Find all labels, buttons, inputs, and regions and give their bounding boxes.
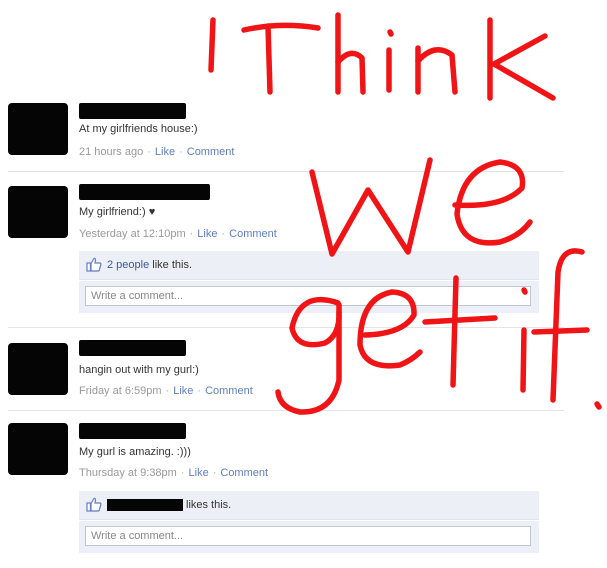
handwriting-letter xyxy=(335,50,366,95)
post-message: My girlfriend:) ♥ xyxy=(79,206,155,218)
avatar-redacted[interactable] xyxy=(8,103,68,155)
handwriting-letter xyxy=(208,17,216,73)
like-link[interactable]: Like xyxy=(155,146,175,158)
likes-text: like this. xyxy=(152,259,193,271)
post-meta: Thursday at 9:38pm · Like · Comment xyxy=(79,467,269,479)
post-divider xyxy=(8,327,564,328)
post-message: My gurl is amazing. :))) xyxy=(79,446,191,458)
author-name-redacted[interactable] xyxy=(79,103,186,119)
handwriting-letter xyxy=(550,248,585,403)
post-divider xyxy=(8,410,564,411)
handwriting-letter xyxy=(387,29,394,37)
like-link[interactable]: Like xyxy=(189,467,209,479)
comment-link[interactable]: Comment xyxy=(229,228,277,240)
avatar-redacted[interactable] xyxy=(8,423,68,475)
comment-box xyxy=(79,281,539,313)
author-name-redacted[interactable] xyxy=(79,423,186,439)
avatar-redacted[interactable] xyxy=(8,186,68,238)
post-timestamp[interactable]: Thursday at 9:38pm xyxy=(79,467,177,479)
thumbs-up-icon xyxy=(86,257,102,272)
handwriting-letter xyxy=(452,159,533,246)
post-divider xyxy=(8,171,564,172)
handwriting-letter xyxy=(422,315,498,325)
like-link[interactable]: Like xyxy=(173,385,193,397)
post-meta: Yesterday at 12:10pm · Like · Comment xyxy=(79,228,277,240)
likes-text: likes this. xyxy=(186,499,232,511)
comment-link[interactable]: Comment xyxy=(220,467,268,479)
post-message-text: My girlfriend:) xyxy=(79,206,146,218)
comment-input[interactable] xyxy=(85,286,531,306)
handwriting-letter xyxy=(309,157,433,257)
comment-input[interactable] xyxy=(85,526,531,546)
post-message: At my girlfriends house:) xyxy=(79,123,198,135)
handwriting-letter xyxy=(241,22,321,33)
handwriting-letter xyxy=(491,33,556,101)
author-name-redacted[interactable] xyxy=(79,340,186,356)
comment-link[interactable]: Comment xyxy=(187,146,235,158)
post-meta: 21 hours ago · Like · Comment xyxy=(79,146,235,158)
like-link[interactable]: Like xyxy=(197,228,217,240)
comment-link[interactable]: Comment xyxy=(205,385,253,397)
likes-summary: 2 people like this. xyxy=(79,251,539,280)
thumbs-up-icon xyxy=(86,497,102,512)
likes-count-link[interactable]: 2 people xyxy=(107,259,149,271)
likes-summary: likes this. xyxy=(79,491,539,520)
handwriting-letter xyxy=(265,23,273,95)
handwriting-letter xyxy=(520,327,527,393)
heart-icon: ♥ xyxy=(148,206,156,218)
handwriting-letter xyxy=(531,327,590,335)
avatar-redacted[interactable] xyxy=(8,343,68,395)
comment-box xyxy=(79,521,539,553)
handwriting-letter xyxy=(275,302,342,415)
post-message: hangin out with my gurl:) xyxy=(79,364,199,376)
post-meta: Friday at 6:59pm · Like · Comment xyxy=(79,385,253,397)
author-name-redacted[interactable] xyxy=(79,184,210,200)
liker-name-redacted[interactable] xyxy=(107,499,183,511)
post-timestamp[interactable]: Friday at 6:59pm xyxy=(79,385,162,397)
handwriting-letter xyxy=(415,47,458,95)
post-timestamp[interactable]: 21 hours ago xyxy=(79,146,143,158)
handwriting-letter xyxy=(594,401,602,410)
post-timestamp[interactable]: Yesterday at 12:10pm xyxy=(79,228,186,240)
